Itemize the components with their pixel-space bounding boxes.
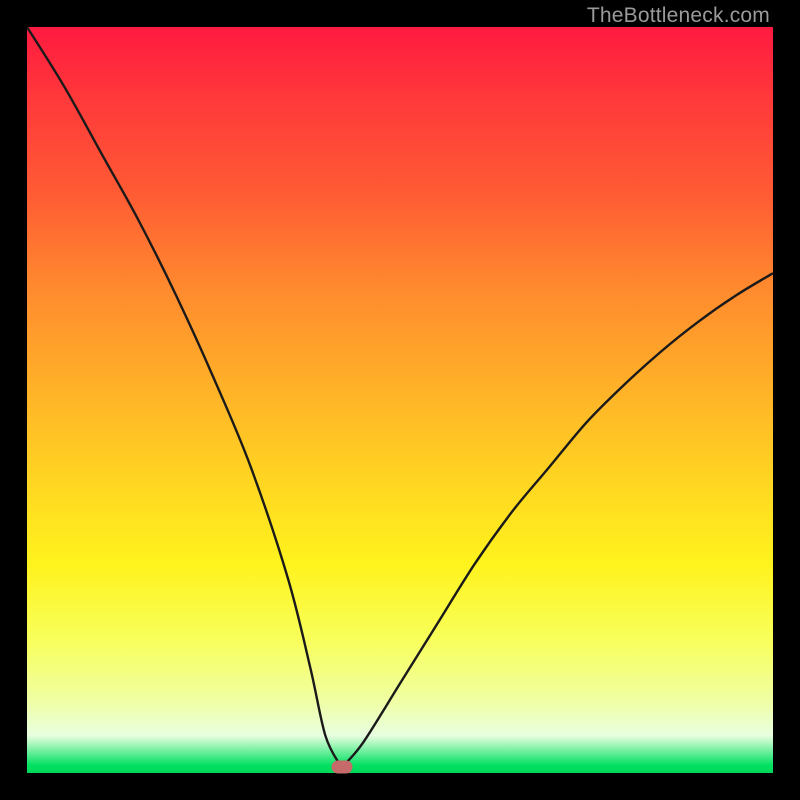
curve-path bbox=[27, 27, 773, 770]
bottleneck-curve bbox=[27, 27, 773, 773]
attribution-text: TheBottleneck.com bbox=[587, 4, 770, 28]
plot-area bbox=[27, 27, 773, 773]
chart-frame: TheBottleneck.com bbox=[0, 0, 800, 800]
optimal-point-marker bbox=[332, 761, 353, 774]
